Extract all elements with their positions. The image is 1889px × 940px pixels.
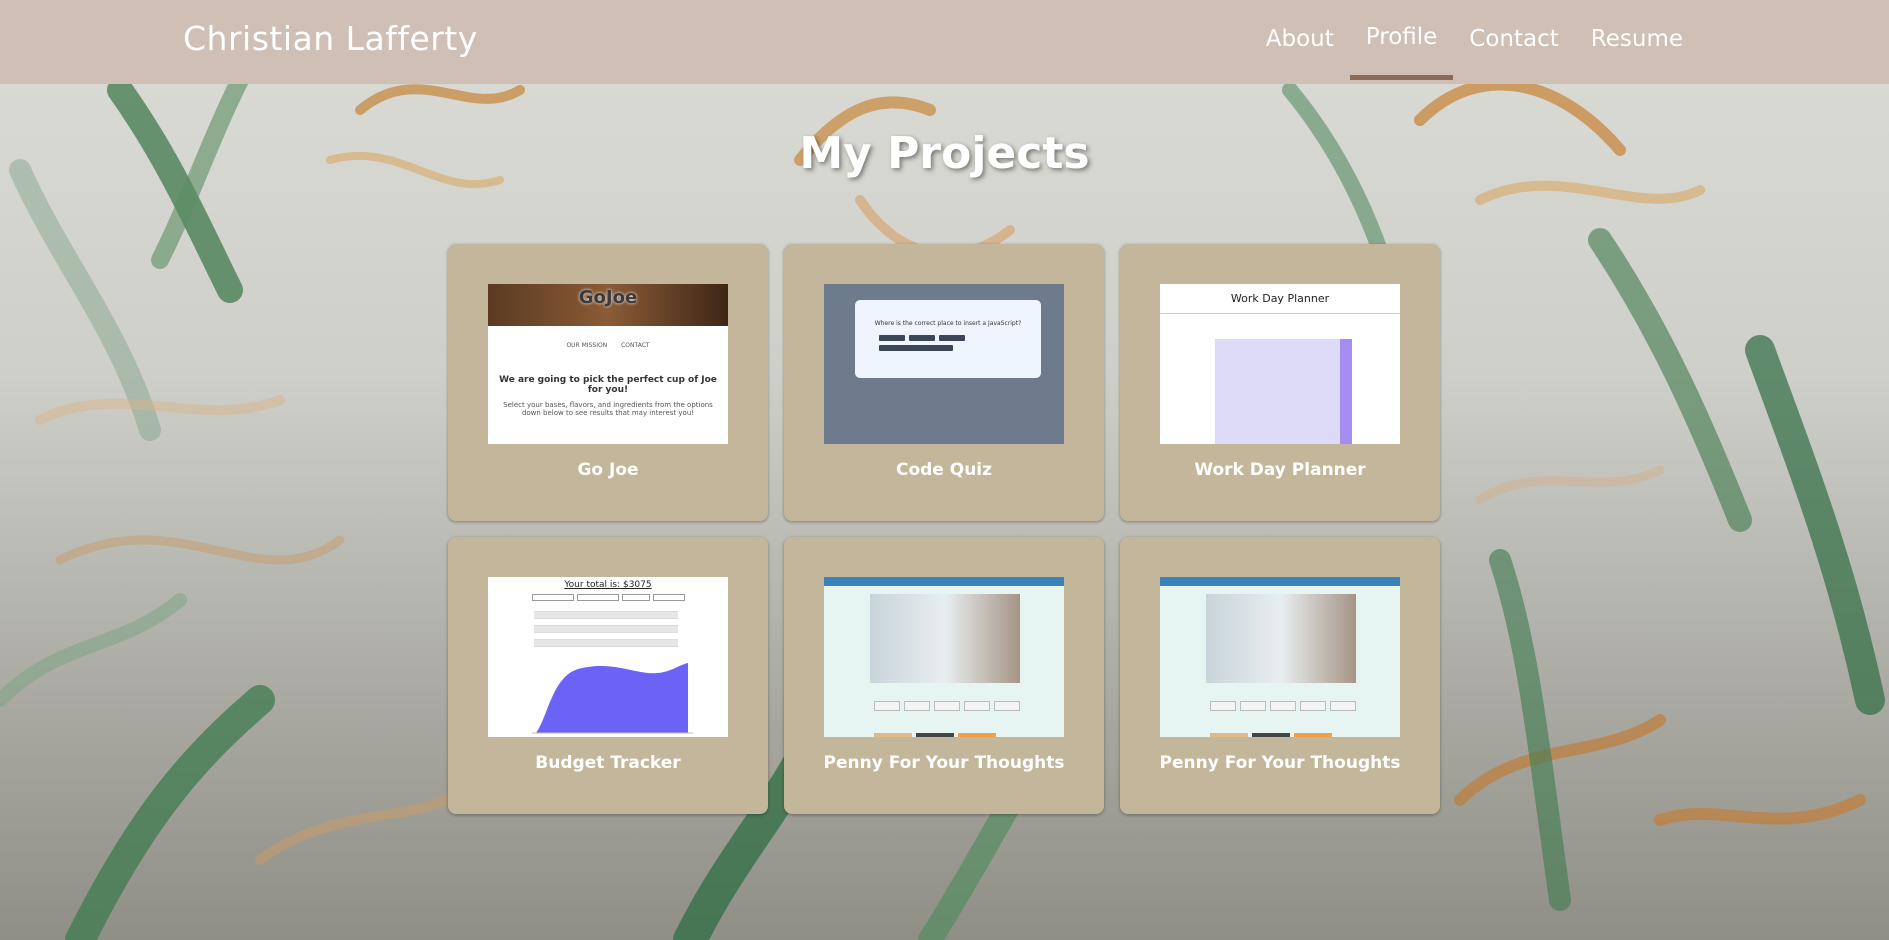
budget-tracker-screenshot[interactable]: Your total is: $3075 [488, 577, 728, 737]
go-joe-subtext: Select your bases, flavors, and ingredie… [503, 401, 713, 417]
go-joe-banner: GoJoe [488, 284, 728, 326]
penny-genre-buttons [1210, 701, 1356, 711]
project-card-penny-for-your-thoughts[interactable]: Penny For Your Thoughts [784, 537, 1104, 814]
go-joe-nav-mission: OUR MISSION [566, 342, 608, 349]
go-joe-nav: OUR MISSION CONTACT [488, 342, 728, 349]
work-day-planner-heading: Work Day Planner [1230, 292, 1330, 305]
go-joe-screenshot[interactable]: GoJoe OUR MISSION CONTACT We are going t… [488, 284, 728, 444]
brand-name[interactable]: Christian Lafferty [183, 19, 478, 58]
penny-screenshot[interactable] [1160, 577, 1400, 737]
nav-resume-link[interactable]: Resume [1575, 0, 1699, 84]
project-title[interactable]: Budget Tracker [448, 753, 768, 773]
nav-links: About Profile Contact Resume [1250, 0, 1699, 84]
code-quiz-answers [879, 335, 1041, 341]
project-card-budget-tracker[interactable]: Your total is: $3075 Budget Tracker [448, 537, 768, 814]
penny-hero-books [1206, 594, 1356, 683]
budget-total-heading: Your total is: $3075 [564, 580, 652, 590]
penny-genre-buttons [874, 701, 1020, 711]
project-card-code-quiz[interactable]: Where is the correct place to insert a J… [784, 244, 1104, 521]
page-title: My Projects [799, 128, 1090, 179]
penny-hero-books [870, 594, 1020, 683]
go-joe-logo: GoJoe [578, 287, 638, 308]
penny-navbar [1160, 577, 1400, 586]
penny-navbar [824, 577, 1064, 586]
nav-about-link[interactable]: About [1250, 0, 1350, 84]
divider [1160, 313, 1400, 314]
code-quiz-question: Where is the correct place to insert a J… [874, 320, 1022, 327]
code-quiz-question-box: Where is the correct place to insert a J… [855, 300, 1041, 378]
budget-transactions-table [534, 605, 678, 647]
work-day-planner-screenshot[interactable]: Work Day Planner [1160, 284, 1400, 444]
project-title[interactable]: Penny For Your Thoughts [1120, 753, 1440, 773]
projects-grid: GoJoe OUR MISSION CONTACT We are going t… [448, 244, 1440, 814]
penny-body [1160, 586, 1400, 737]
code-quiz-answer-long [879, 345, 953, 351]
penny-screenshot[interactable] [824, 577, 1064, 737]
project-title[interactable]: Code Quiz [784, 460, 1104, 480]
penny-book-covers [1210, 733, 1332, 737]
budget-form [488, 594, 728, 601]
code-quiz-screenshot[interactable]: Where is the correct place to insert a J… [824, 284, 1064, 444]
project-title[interactable]: Work Day Planner [1120, 460, 1440, 480]
go-joe-heading: We are going to pick the perfect cup of … [499, 375, 717, 395]
go-joe-nav-contact: CONTACT [621, 342, 650, 349]
nav-profile-link[interactable]: Profile [1349, 0, 1454, 84]
planner-time-blocks [1215, 339, 1340, 444]
project-title[interactable]: Penny For Your Thoughts [784, 753, 1104, 773]
penny-body [824, 586, 1064, 737]
code-quiz-page: Where is the correct place to insert a J… [824, 284, 1064, 444]
nav-contact-link[interactable]: Contact [1453, 0, 1574, 84]
project-card-go-joe[interactable]: GoJoe OUR MISSION CONTACT We are going t… [448, 244, 768, 521]
project-card-work-day-planner[interactable]: Work Day Planner Work Day Planner [1120, 244, 1440, 521]
budget-chart [532, 663, 693, 734]
top-navbar: Christian Lafferty About Profile Contact… [0, 0, 1889, 84]
project-title[interactable]: Go Joe [448, 460, 768, 480]
planner-save-column [1340, 339, 1352, 444]
project-card-penny-for-your-thoughts-2[interactable]: Penny For Your Thoughts [1120, 537, 1440, 814]
penny-book-covers [874, 733, 996, 737]
